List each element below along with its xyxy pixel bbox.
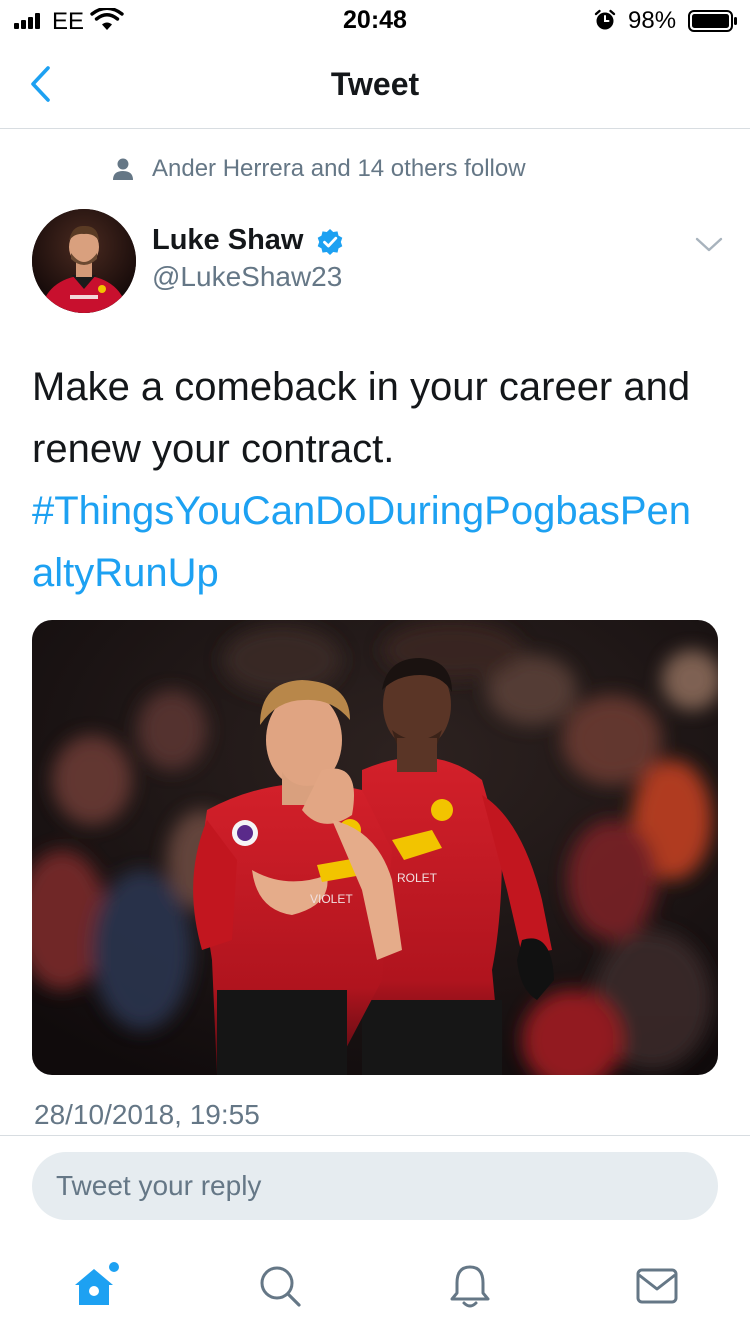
page-title: Tweet <box>330 66 420 102</box>
battery-icon <box>688 10 737 32</box>
person-icon <box>113 158 133 180</box>
tweet-body: Make a comeback in your career and renew… <box>32 365 691 471</box>
alarm-icon <box>594 9 616 30</box>
social-context[interactable]: Ander Herrera and 14 others follow <box>112 154 526 184</box>
author-handle[interactable]: @LukeShaw23 <box>152 261 342 293</box>
home-icon <box>75 1262 119 1305</box>
messages-icon <box>636 1268 678 1304</box>
reply-input[interactable] <box>56 1152 696 1220</box>
tweet-timestamp: 28/10/2018, 19:55 <box>34 1099 260 1130</box>
tweet-text: Make a comeback in your career and renew… <box>32 356 722 604</box>
tab-home[interactable] <box>64 1256 124 1316</box>
status-bar: EE 20:48 98% <box>0 0 750 40</box>
divider <box>0 1135 750 1136</box>
tab-search[interactable] <box>250 1256 310 1316</box>
svg-text:ROLET: ROLET <box>397 871 438 885</box>
notifications-icon <box>450 1265 490 1308</box>
hashtag-link[interactable]: #ThingsYouCanDoDuringPogbasPenaltyRunUp <box>32 480 704 604</box>
avatar[interactable] <box>32 209 136 313</box>
chevron-down-icon[interactable] <box>694 234 724 254</box>
nav-bar: Tweet <box>0 40 750 129</box>
tab-messages[interactable] <box>627 1256 687 1316</box>
author-name[interactable]: Luke Shaw <box>152 224 304 257</box>
tab-notifications[interactable] <box>440 1256 500 1316</box>
search-icon <box>260 1266 301 1307</box>
battery-percentage: 98% <box>628 7 677 34</box>
tab-bar <box>0 1240 750 1334</box>
reply-box[interactable] <box>32 1152 718 1220</box>
tweet-photo[interactable]: ROLET VIOLET <box>32 620 718 1075</box>
verified-badge-icon <box>317 229 343 255</box>
svg-text:VIOLET: VIOLET <box>310 892 353 906</box>
social-context-text: Ander Herrera and 14 others follow <box>152 155 526 182</box>
